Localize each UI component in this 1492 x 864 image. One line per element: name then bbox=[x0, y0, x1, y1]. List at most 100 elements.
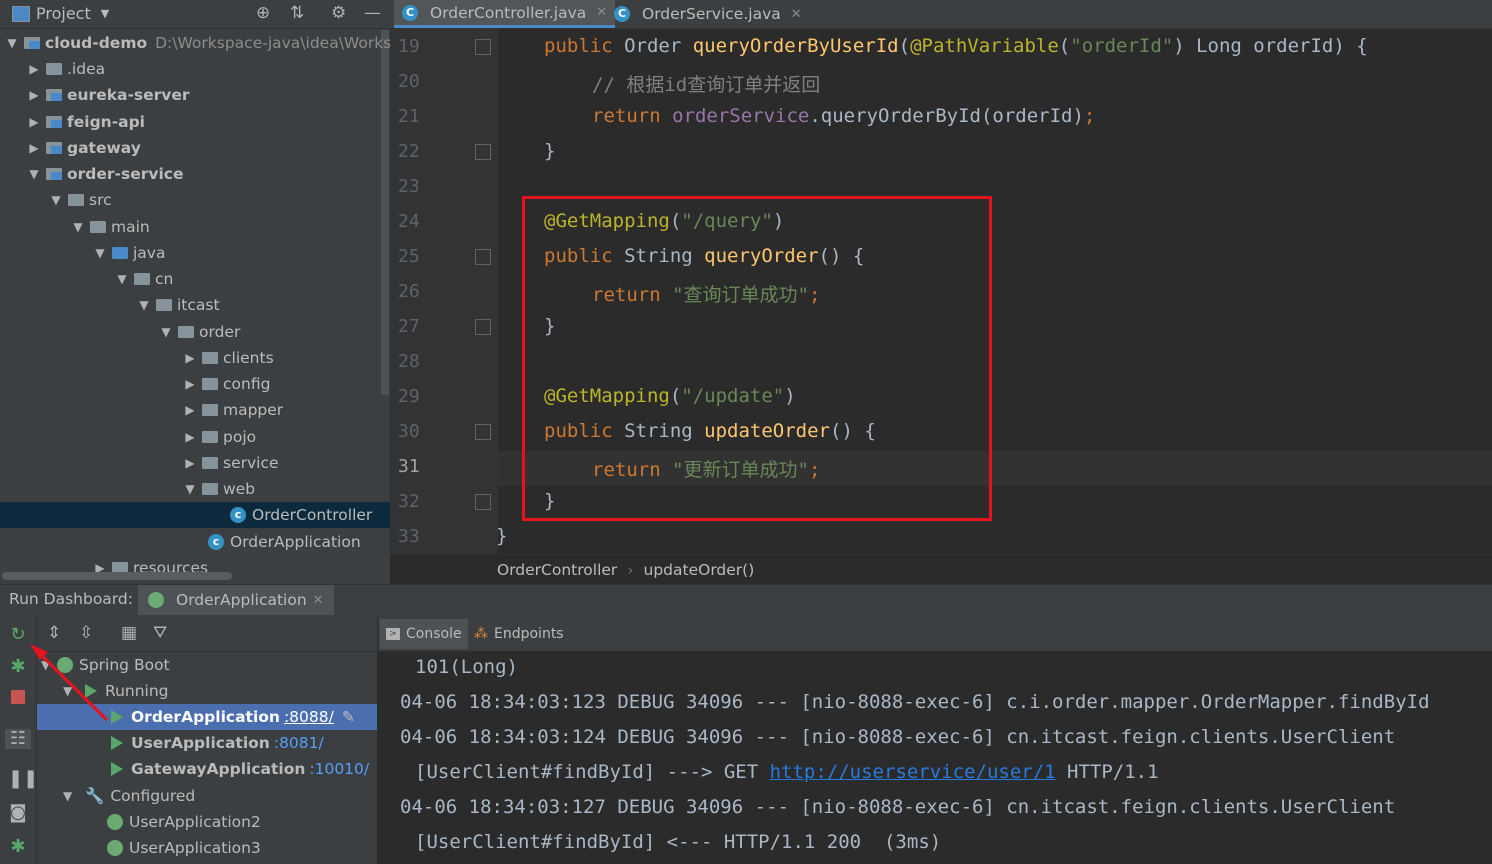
tree-item-label: .idea bbox=[67, 60, 106, 78]
vertical-scrollbar[interactable] bbox=[381, 30, 389, 395]
code-token: ; bbox=[1083, 105, 1096, 127]
line-number: 23 bbox=[398, 176, 420, 197]
tree-item-mapper[interactable]: ▶ mapper bbox=[182, 397, 283, 423]
tree-item-gateway[interactable]: ▶ gateway bbox=[26, 135, 141, 161]
tab-console[interactable]: > Console bbox=[380, 619, 468, 649]
bug-icon[interactable]: ✱ bbox=[8, 837, 28, 857]
tree-item-order-service[interactable]: ▼ order-service bbox=[26, 161, 183, 187]
pause-icon[interactable]: ❚❚ bbox=[8, 769, 38, 789]
expanded-arrow-icon: ▼ bbox=[139, 298, 149, 312]
tree-item-cn[interactable]: ▼ cn bbox=[114, 266, 173, 292]
tree-item-userapplication-running[interactable]: UserApplication :8081/ bbox=[111, 730, 324, 756]
tree-item-running[interactable]: ▼ Running bbox=[63, 678, 169, 704]
package-icon bbox=[202, 483, 218, 495]
console-text: [UserClient#findById] ---> GET bbox=[415, 761, 770, 783]
close-icon[interactable]: ✕ bbox=[791, 7, 802, 22]
line-number: 24 bbox=[398, 211, 420, 232]
stop-icon[interactable] bbox=[8, 689, 28, 709]
tree-item-label: feign-api bbox=[67, 113, 145, 131]
tree-item-userapplication3[interactable]: UserApplication3 bbox=[107, 835, 261, 861]
console-line: 04-06 18:34:03:124 DEBUG 34096 --- [nio-… bbox=[400, 726, 1396, 748]
tree-item-eureka-server[interactable]: ▶ eureka-server bbox=[26, 82, 190, 108]
debug-icon[interactable]: ✱ bbox=[8, 657, 28, 677]
tree-item-label: eureka-server bbox=[67, 86, 190, 104]
breadcrumb-class[interactable]: OrderController bbox=[497, 561, 617, 579]
project-view-selector[interactable]: Project ▼ bbox=[12, 4, 109, 23]
tab-orderapplication[interactable]: OrderApplication ✕ bbox=[138, 585, 334, 615]
rerun-icon[interactable]: ↻ bbox=[8, 625, 28, 645]
package-icon bbox=[202, 352, 218, 364]
app-port-link[interactable]: :8081/ bbox=[274, 730, 324, 756]
tab-ordercontroller[interactable]: C OrderController.java ✕ bbox=[394, 0, 616, 28]
tree-item-config[interactable]: ▶ config bbox=[182, 371, 270, 397]
tree-item-label: UserApplication2 bbox=[129, 813, 261, 831]
source-folder-icon bbox=[112, 247, 128, 259]
collapse-all-icon[interactable]: ⇳ bbox=[79, 623, 93, 643]
camera-icon[interactable]: ◙ bbox=[8, 803, 28, 823]
group-services-icon[interactable]: ☷ bbox=[5, 729, 31, 749]
tree-item-service[interactable]: ▶ service bbox=[182, 450, 278, 476]
fold-marker-icon[interactable] bbox=[475, 424, 491, 440]
edit-pencil-icon[interactable]: ✎ bbox=[342, 704, 355, 730]
package-icon bbox=[134, 273, 150, 285]
fold-marker-icon[interactable] bbox=[475, 39, 491, 55]
tab-endpoints[interactable]: ⁂ Endpoints bbox=[468, 619, 570, 649]
gear-icon[interactable]: ⚙ bbox=[331, 3, 346, 23]
tree-item-configured[interactable]: ▼ 🔧 Configured bbox=[63, 783, 195, 809]
minimize-icon[interactable]: — bbox=[364, 3, 381, 23]
console-output[interactable]: 101(Long) 04-06 18:34:03:123 DEBUG 34096… bbox=[378, 651, 1492, 864]
tree-item-feign-api[interactable]: ▶ feign-api bbox=[26, 109, 145, 135]
tree-item-gatewayapplication-running[interactable]: GatewayApplication :10010/ bbox=[111, 756, 369, 782]
app-name: GatewayApplication bbox=[131, 760, 306, 778]
folder-icon bbox=[90, 221, 106, 233]
tab-label: Endpoints bbox=[494, 626, 564, 642]
group-by-type-icon[interactable]: ▦ bbox=[121, 623, 137, 643]
tree-item-ordercontroller[interactable]: c OrderController bbox=[0, 502, 390, 528]
tree-item-idea[interactable]: ▶ .idea bbox=[26, 56, 105, 82]
line-number: 20 bbox=[398, 71, 420, 92]
tree-item-web[interactable]: ▼ web bbox=[182, 476, 255, 502]
tree-item-orderapplication-running[interactable]: OrderApplication :8088/ ✎ bbox=[37, 704, 377, 730]
tree-item-main[interactable]: ▼ main bbox=[70, 214, 149, 240]
filter-icon[interactable]: ⛛ bbox=[153, 623, 167, 643]
run-icon bbox=[111, 710, 123, 724]
wrench-icon: 🔧 bbox=[85, 787, 105, 805]
expanded-arrow-icon: ▼ bbox=[63, 789, 73, 803]
breadcrumb-separator-icon: › bbox=[627, 561, 634, 579]
expand-all-icon[interactable]: ⇕ bbox=[47, 623, 61, 643]
line-number: 32 bbox=[398, 491, 420, 512]
collapse-all-icon[interactable]: ⇅ bbox=[290, 3, 304, 23]
breadcrumb: OrderController › updateOrder() bbox=[390, 554, 1492, 585]
run-icon bbox=[85, 684, 97, 698]
horizontal-scrollbar[interactable] bbox=[2, 572, 232, 580]
app-port-link[interactable]: :8088/ bbox=[284, 704, 334, 730]
tree-item-itcast[interactable]: ▼ itcast bbox=[136, 292, 219, 318]
fold-marker-icon[interactable] bbox=[475, 494, 491, 510]
tree-item-path: D:\Workspace-java\idea\Workspa bbox=[155, 34, 411, 52]
tree-item-label: src bbox=[89, 191, 112, 209]
code-line-22: } bbox=[544, 140, 556, 162]
spring-boot-icon bbox=[107, 814, 123, 830]
console-url-link[interactable]: http://userservice/user/1 bbox=[770, 761, 1056, 783]
fold-marker-icon[interactable] bbox=[475, 249, 491, 265]
tab-orderservice[interactable]: C OrderService.java ✕ bbox=[606, 0, 810, 28]
app-port-link[interactable]: :10010/ bbox=[309, 756, 369, 782]
fold-marker-icon[interactable] bbox=[475, 319, 491, 335]
module-folder-icon bbox=[46, 116, 62, 128]
tree-item-java[interactable]: ▼ java bbox=[92, 240, 165, 266]
tree-item-pojo[interactable]: ▶ pojo bbox=[182, 424, 256, 450]
tree-item-cloud-demo[interactable]: ▼ cloud-demo D:\Workspace-java\idea\Work… bbox=[4, 30, 411, 56]
tree-item-spring-boot[interactable]: ▼ Spring Boot bbox=[41, 652, 170, 678]
tree-item-userapplication2[interactable]: UserApplication2 bbox=[107, 809, 261, 835]
tree-item-clients[interactable]: ▶ clients bbox=[182, 345, 273, 371]
fold-marker-icon[interactable] bbox=[475, 144, 491, 160]
close-icon[interactable]: ✕ bbox=[313, 593, 324, 608]
locate-icon[interactable]: ⊕ bbox=[256, 3, 270, 23]
tree-item-src[interactable]: ▼ src bbox=[48, 187, 112, 213]
line-number: 30 bbox=[398, 421, 420, 442]
breadcrumb-method[interactable]: updateOrder() bbox=[644, 561, 755, 579]
run-left-toolbar: ↻ ✱ ☷ ❚❚ ◙ ✱ bbox=[0, 615, 38, 864]
tree-item-orderapplication[interactable]: c OrderApplication bbox=[208, 529, 361, 555]
project-panel: Project ▼ ⊕ ⇅ ⚙ — ▼ cloud-demo D:\Worksp… bbox=[0, 0, 411, 584]
tree-item-order[interactable]: ▼ order bbox=[158, 319, 240, 345]
